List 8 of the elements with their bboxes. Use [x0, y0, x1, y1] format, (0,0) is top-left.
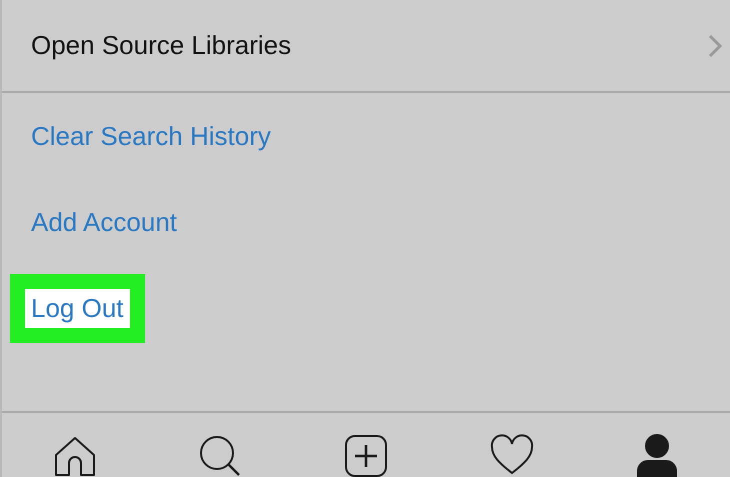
heart-icon[interactable] — [488, 433, 535, 477]
chevron-icon — [708, 34, 722, 58]
action-link[interactable]: Clear Search History — [10, 102, 292, 170]
row-label: Open Source Libraries — [31, 30, 292, 61]
action-link[interactable]: Add Account — [10, 188, 198, 256]
add-icon[interactable] — [342, 433, 389, 477]
settings-row[interactable]: Open Source Libraries — [2, 0, 730, 93]
action-link[interactable]: Log Out — [10, 274, 145, 342]
